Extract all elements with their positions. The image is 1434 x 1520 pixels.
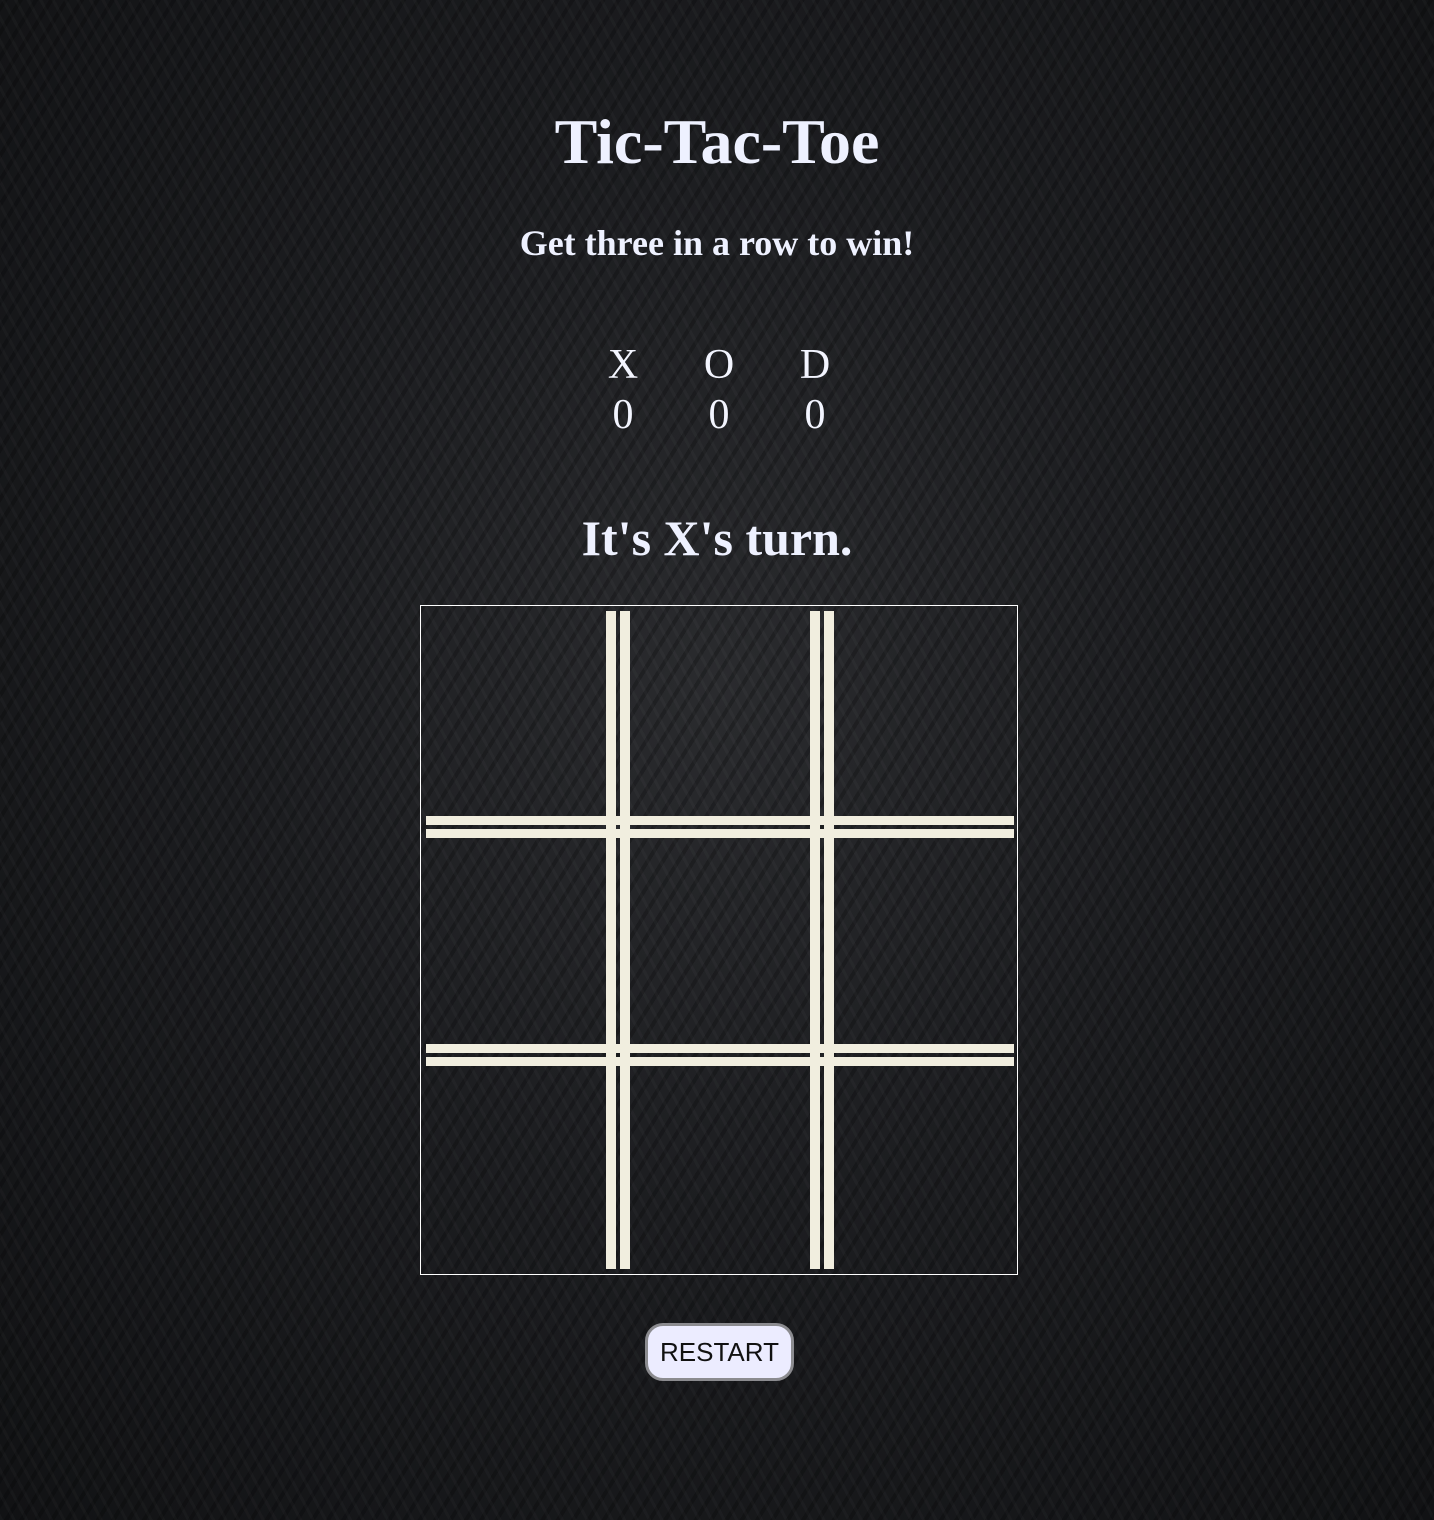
score-label: X (607, 342, 639, 388)
grid-line (824, 611, 834, 1269)
grid-line (620, 611, 630, 1269)
board-cell-9[interactable] (822, 1055, 1013, 1270)
score-o: O 0 (671, 340, 767, 440)
board-cell-6[interactable] (822, 833, 1013, 1048)
page-title: Tic-Tac-Toe (554, 106, 880, 177)
grid-line (810, 611, 820, 1269)
grid-line (606, 611, 616, 1269)
board-cell-5[interactable] (624, 833, 815, 1048)
grid-line (426, 829, 1014, 838)
turn-status: It's X's turn. (581, 510, 853, 566)
score-value: 0 (612, 392, 634, 438)
score-x: X 0 (575, 340, 671, 440)
grid-line (426, 1057, 1014, 1066)
score-label: D (799, 342, 831, 388)
board-cell-7[interactable] (425, 1055, 616, 1270)
score-value: 0 (804, 392, 826, 438)
page-subtitle: Get three in a row to win! (519, 223, 915, 263)
score-draw: D 0 (767, 340, 863, 440)
game-board (420, 605, 1018, 1275)
board-cell-4[interactable] (425, 833, 616, 1048)
board-cell-3[interactable] (822, 610, 1013, 825)
grid-line (426, 816, 1014, 825)
scoreboard: X 0 O 0 D 0 (575, 340, 863, 440)
score-label: O (703, 342, 735, 388)
board-cell-8[interactable] (624, 1055, 815, 1270)
restart-button[interactable]: RESTART (645, 1323, 794, 1381)
grid-line (426, 1044, 1014, 1053)
board-cell-2[interactable] (624, 610, 815, 825)
score-value: 0 (708, 392, 730, 438)
board-cell-1[interactable] (425, 610, 616, 825)
